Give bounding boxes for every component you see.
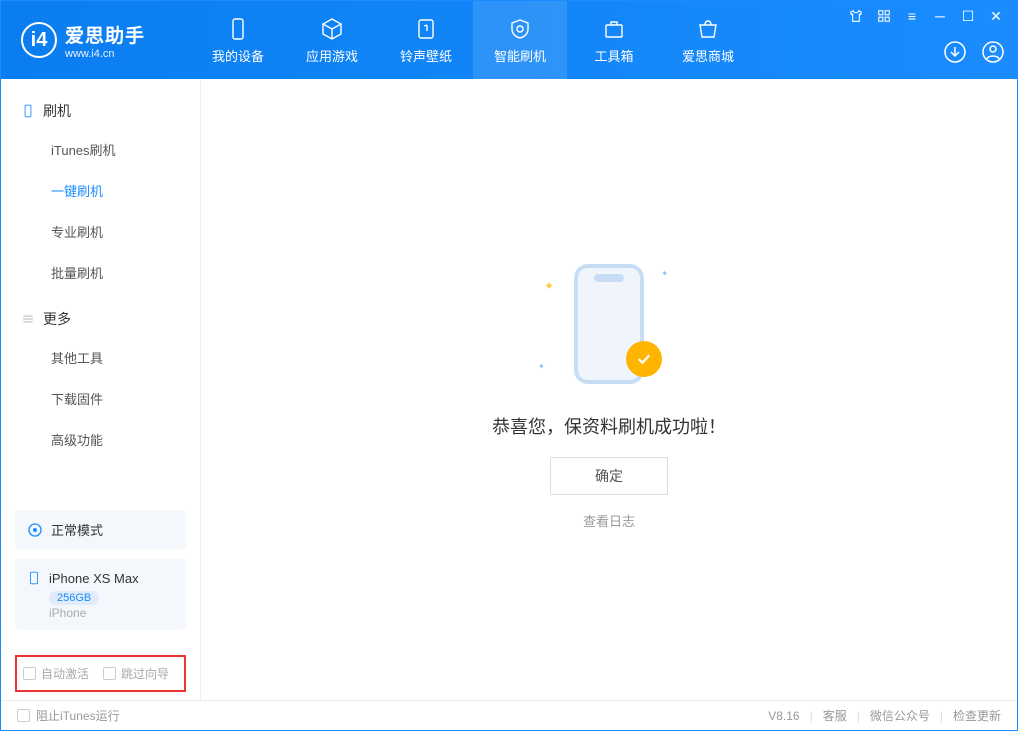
toolbox-icon [602,16,626,42]
check-update-link[interactable]: 检查更新 [953,707,1001,724]
side-item-pro-flash[interactable]: 专业刷机 [1,211,200,252]
nav-label: 工具箱 [594,46,633,65]
device-icon [226,16,250,42]
music-file-icon [414,16,438,42]
nav-label: 我的设备 [212,46,264,65]
confirm-button[interactable]: 确定 [550,457,668,495]
sidebar: 刷机 iTunes刷机 一键刷机 专业刷机 批量刷机 更多 其他工具 下载固件 … [1,79,201,700]
sparkle-icon: ✦ [544,279,554,293]
block-itunes-label[interactable]: 阻止iTunes运行 [36,707,120,724]
download-icon[interactable] [943,40,967,69]
refresh-shield-icon [508,16,532,42]
app-logo: i4 爱思助手 www.i4.cn [1,21,191,60]
nav-label: 智能刷机 [494,46,546,65]
device-type: iPhone [49,606,174,620]
support-link[interactable]: 客服 [823,707,847,724]
sparkle-icon: ✦ [661,269,668,278]
nav-tab-toolbox[interactable]: 工具箱 [567,1,661,79]
shirt-icon[interactable] [847,7,865,25]
side-item-other-tools[interactable]: 其他工具 [1,337,200,378]
mode-label: 正常模式 [51,520,103,539]
menu-icon[interactable]: ≡ [903,7,921,25]
app-body: 刷机 iTunes刷机 一键刷机 专业刷机 批量刷机 更多 其他工具 下载固件 … [1,79,1017,700]
device-name: iPhone XS Max [49,571,139,586]
nav-tab-ringtones[interactable]: 铃声壁纸 [379,1,473,79]
side-item-itunes-flash[interactable]: iTunes刷机 [1,129,200,170]
side-section-more[interactable]: 更多 [1,301,200,337]
wechat-link[interactable]: 微信公众号 [870,707,930,724]
check-badge-icon [626,341,662,377]
phone-icon [21,104,35,118]
minimize-icon[interactable]: ─ [931,7,949,25]
checkbox-auto-activate[interactable]: 自动激活 [23,665,89,682]
list-icon [21,312,35,326]
highlighted-options-box: 自动激活 跳过向导 [15,655,186,692]
status-bar: 阻止iTunes运行 V8.16 | 客服 | 微信公众号 | 检查更新 [1,700,1017,730]
view-log-link[interactable]: 查看日志 [583,511,635,530]
device-mode-card[interactable]: 正常模式 [15,510,186,549]
checkbox-label: 自动激活 [41,665,89,682]
app-url: www.i4.cn [65,48,145,60]
version-label: V8.16 [768,709,799,723]
window-controls: ≡ ─ ☐ ✕ [847,7,1005,25]
nav-tab-flash[interactable]: 智能刷机 [473,1,567,79]
side-item-advanced[interactable]: 高级功能 [1,419,200,460]
phone-icon [27,569,41,587]
main-content: ✦ ✦ ✦ 恭喜您，保资料刷机成功啦！ 确定 查看日志 [201,79,1017,700]
nav-tab-my-device[interactable]: 我的设备 [191,1,285,79]
checkbox-icon[interactable] [17,709,30,722]
mode-icon [27,522,43,538]
nav-label: 爱思商城 [682,46,734,65]
grid-icon[interactable] [875,7,893,25]
nav-tab-store[interactable]: 爱思商城 [661,1,755,79]
checkbox-icon [23,667,36,680]
side-section-flash[interactable]: 刷机 [1,93,200,129]
logo-icon: i4 [21,22,57,58]
side-item-one-click-flash[interactable]: 一键刷机 [1,170,200,211]
user-icon[interactable] [981,40,1005,69]
checkbox-label: 跳过向导 [121,665,169,682]
success-message: 恭喜您，保资料刷机成功啦！ [492,413,726,439]
cube-icon [320,16,344,42]
checkbox-icon [103,667,116,680]
sparkle-icon: ✦ [538,362,545,371]
app-header: i4 爱思助手 www.i4.cn 我的设备 应用游戏 铃声壁纸 智能刷机 工具… [1,1,1017,79]
device-storage-badge: 256GB [49,591,99,605]
success-illustration: ✦ ✦ ✦ [534,249,684,399]
side-item-batch-flash[interactable]: 批量刷机 [1,252,200,293]
nav-tabs: 我的设备 应用游戏 铃声壁纸 智能刷机 工具箱 爱思商城 [191,1,755,79]
nav-tab-apps[interactable]: 应用游戏 [285,1,379,79]
checkbox-skip-guide[interactable]: 跳过向导 [103,665,169,682]
maximize-icon[interactable]: ☐ [959,7,977,25]
side-head-label: 刷机 [43,101,71,121]
side-item-download-firmware[interactable]: 下载固件 [1,378,200,419]
close-icon[interactable]: ✕ [987,7,1005,25]
app-title: 爱思助手 [65,21,145,48]
device-info-card[interactable]: iPhone XS Max 256GB iPhone [15,559,186,630]
nav-label: 铃声壁纸 [400,46,452,65]
side-head-label: 更多 [43,309,71,329]
nav-label: 应用游戏 [306,46,358,65]
store-icon [696,16,720,42]
